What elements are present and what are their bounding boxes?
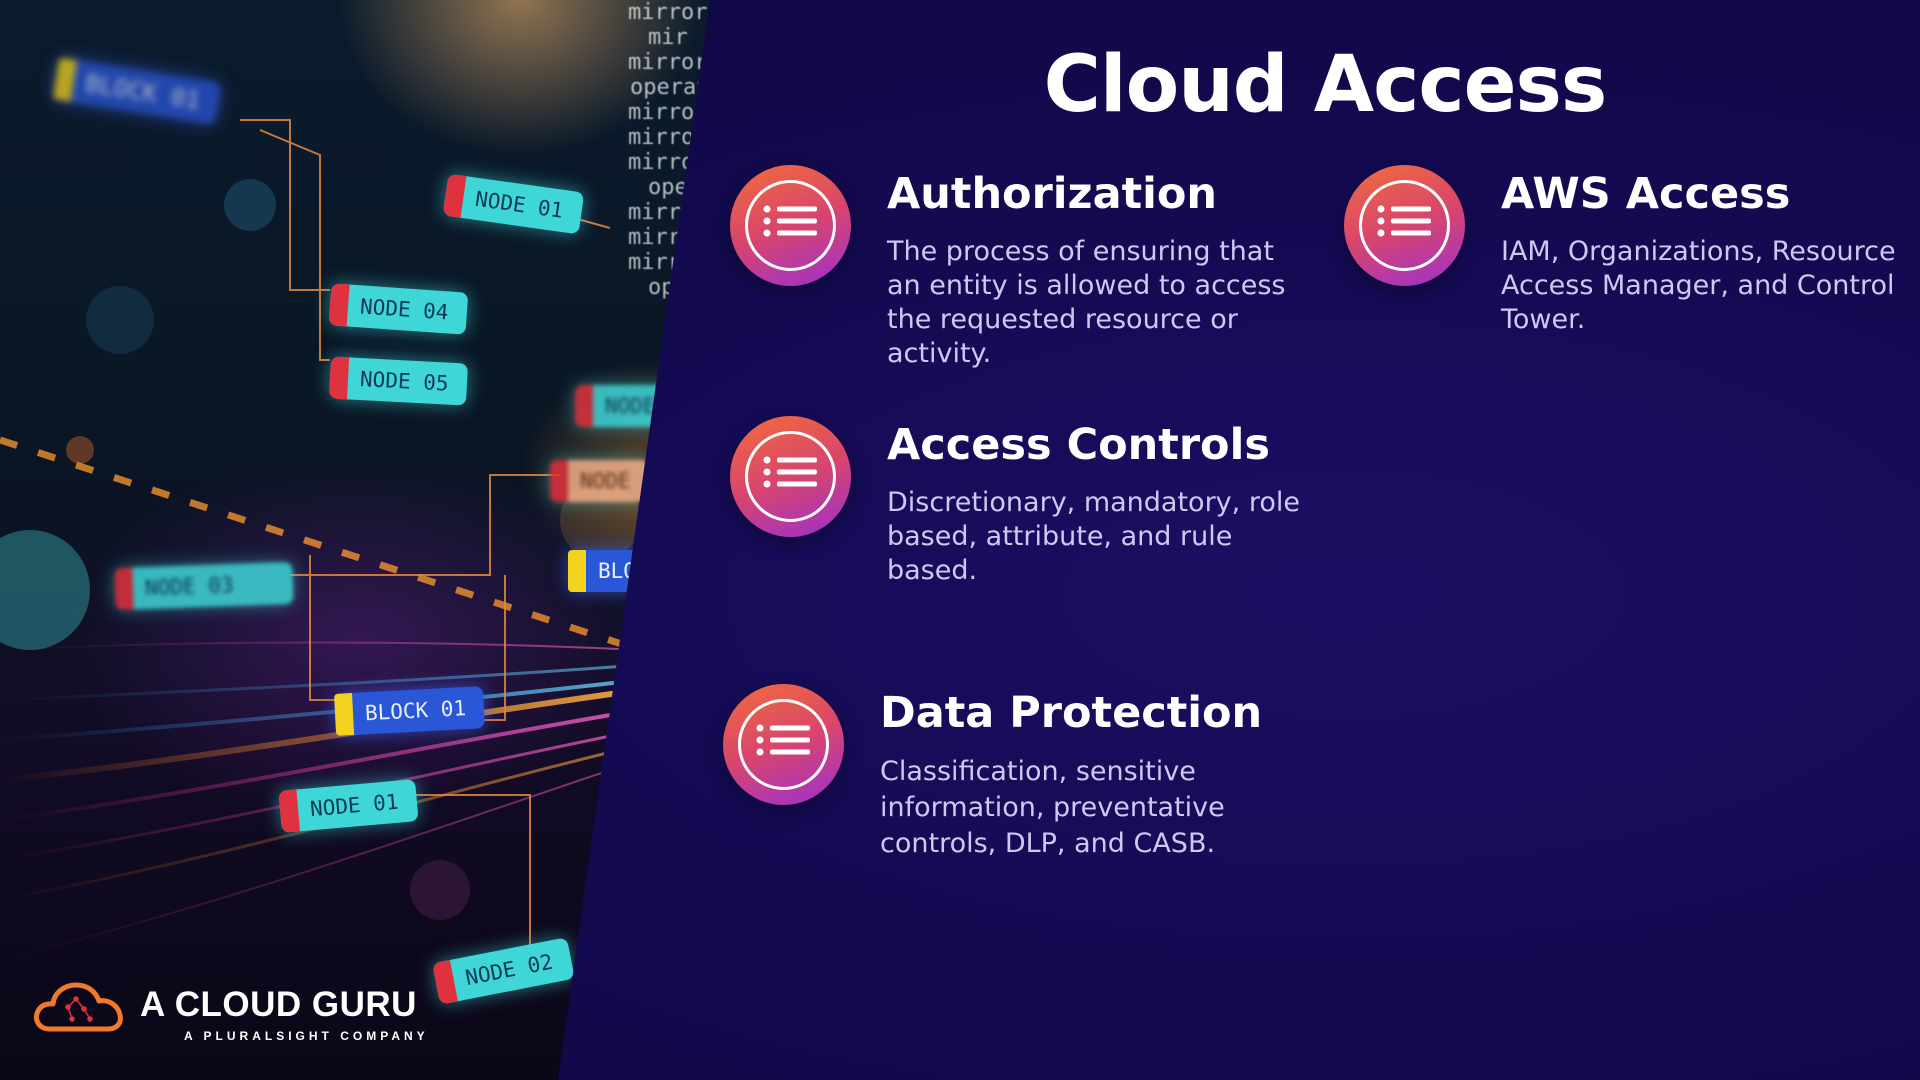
node-05: NODE 05 xyxy=(328,356,468,406)
item-heading: Authorization xyxy=(887,169,1218,219)
item-description: Classification, sensitive information, p… xyxy=(880,756,1225,859)
item-heading: Data Protection xyxy=(880,688,1263,738)
block-partial: BLOC xyxy=(568,550,667,592)
slide: mirror_ mir mirror operat mirro mirro mi… xyxy=(0,0,1920,1080)
brand-logo: A CLOUD GURU A PLURALSIGHT COMPANY xyxy=(32,975,452,1045)
light-streaks xyxy=(0,119,642,961)
item-description: The process of ensuring that an entity i… xyxy=(887,236,1286,369)
list-icon xyxy=(1344,165,1465,286)
node-partial-1: NODE xyxy=(575,385,674,427)
item-heading: Access Controls xyxy=(887,420,1270,470)
item-description: IAM, Organizations, Resource Access Mana… xyxy=(1501,236,1896,335)
list-icon xyxy=(723,684,844,805)
block-01: BLOCK 01 xyxy=(334,686,486,736)
network-illustration: mirror_ mir mirror operat mirro mirro mi… xyxy=(0,0,721,1080)
node-partial-2: NODE xyxy=(550,460,649,502)
item-description: Discretionary, mandatory, role based, at… xyxy=(887,487,1300,586)
list-icon xyxy=(730,416,851,537)
logo-name: A CLOUD GURU xyxy=(140,985,417,1024)
list-icon xyxy=(730,165,851,286)
code-text: mirror_ mir mirror operat mirro mirro mi… xyxy=(628,0,721,300)
logo-tagline: A PLURALSIGHT COMPANY xyxy=(184,1029,429,1043)
node-03: NODE 03 xyxy=(114,561,294,611)
item-heading: AWS Access xyxy=(1501,169,1791,219)
cloud-logo-icon xyxy=(34,982,123,1032)
slide-title: Cloud Access xyxy=(1043,40,1608,130)
